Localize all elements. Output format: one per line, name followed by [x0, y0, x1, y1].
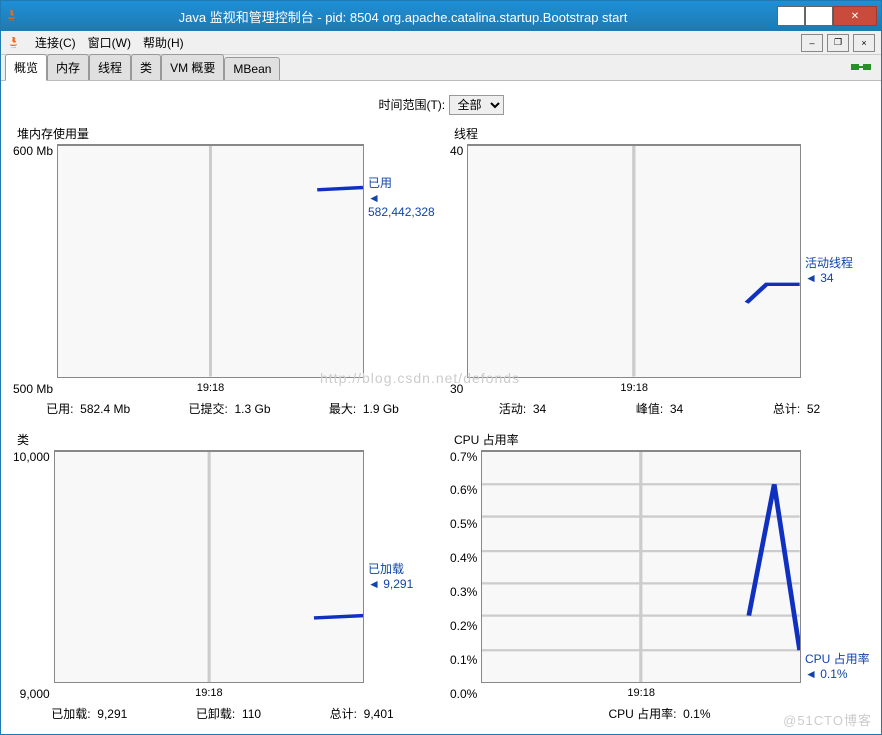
stat-key: 已提交: [188, 402, 227, 416]
ytick: 0.6% [450, 483, 477, 497]
ytick: 600 Mb [13, 144, 53, 158]
stat-val: 1.9 Gb [363, 402, 399, 416]
menu-help[interactable]: 帮助(H) [143, 34, 184, 51]
chart-cpu: CPU 占用率 0.7% 0.6% 0.5% 0.4% 0.3% 0.2% 0.… [446, 431, 873, 727]
ytick: 0.1% [450, 653, 477, 667]
window-title: Java 监视和管理控制台 - pid: 8504 org.apache.cat… [29, 7, 777, 26]
legend-label: CPU 占用率 [805, 650, 873, 667]
chart-classes-title: 类 [9, 431, 436, 448]
stat-val: 34 [533, 402, 546, 416]
legend-label: 活动线程 [805, 254, 873, 271]
ytick: 0.5% [450, 517, 477, 531]
tab-threads[interactable]: 线程 [89, 54, 131, 80]
close-button[interactable]: ✕ [833, 6, 877, 26]
content-area: 时间范围(T): 全部 堆内存使用量 600 Mb 500 Mb [1, 81, 881, 734]
ytick: 500 Mb [13, 382, 53, 396]
stat-key: 总计: [330, 707, 357, 721]
menu-window[interactable]: 窗口(W) [88, 34, 131, 51]
timerange-label: 时间范围(T): [378, 98, 445, 112]
tab-overview[interactable]: 概览 [5, 54, 47, 81]
ytick: 40 [450, 144, 463, 158]
tab-vm[interactable]: VM 概要 [161, 54, 224, 80]
tabbar: 概览 内存 线程 类 VM 概要 MBean [1, 55, 881, 81]
stat-val: 52 [807, 402, 820, 416]
legend-value: 0.1% [820, 667, 847, 681]
chart-heap: 堆内存使用量 600 Mb 500 Mb 19:18 已用 [9, 125, 436, 421]
chart-classes: 类 10,000 9,000 19:18 已加载 [9, 431, 436, 727]
stat-val: 0.1% [683, 707, 710, 721]
stat-key: 总计: [773, 402, 800, 416]
ytick: 0.2% [450, 619, 477, 633]
stat-key: 最大: [329, 402, 356, 416]
connected-icon [849, 59, 873, 75]
maximize-button[interactable]: ▢ [805, 6, 833, 26]
chart-heap-plot[interactable] [57, 144, 364, 378]
stat-key: CPU 占用率: [608, 707, 676, 721]
ytick: 0.0% [450, 687, 477, 701]
chart-cpu-plot[interactable] [481, 450, 801, 684]
chart-classes-plot[interactable] [54, 450, 364, 684]
stat-key: 峰值: [636, 402, 663, 416]
stat-val: 9,401 [364, 707, 394, 721]
ytick: 10,000 [13, 450, 50, 464]
legend-value: 9,291 [383, 577, 413, 591]
timerange-select[interactable]: 全部 [449, 95, 504, 115]
stat-key: 活动: [499, 402, 526, 416]
stat-val: 582.4 Mb [80, 402, 130, 416]
chart-threads-plot[interactable] [467, 144, 801, 378]
chart-threads: 线程 40 30 19:18 活动线程 [446, 125, 873, 421]
stat-key: 已卸载: [196, 707, 235, 721]
ytick: 9,000 [20, 687, 50, 701]
ytick: 30 [450, 382, 463, 396]
xtick: 19:18 [467, 380, 801, 396]
java-icon [5, 8, 21, 24]
stat-val: 9,291 [97, 707, 127, 721]
minimize-button[interactable]: — [777, 6, 805, 26]
mdi-restore-button[interactable]: ❐ [827, 34, 849, 52]
legend-value: 34 [820, 271, 833, 285]
legend-label: 已用 [368, 174, 436, 191]
chart-heap-title: 堆内存使用量 [9, 125, 436, 142]
tab-mbean[interactable]: MBean [224, 57, 280, 80]
chart-threads-title: 线程 [446, 125, 873, 142]
tab-memory[interactable]: 内存 [47, 54, 89, 80]
stat-val: 34 [670, 402, 683, 416]
xtick: 19:18 [57, 380, 364, 396]
tab-classes[interactable]: 类 [131, 54, 161, 80]
ytick: 0.4% [450, 551, 477, 565]
mdi-minimize-button[interactable]: – [801, 34, 823, 52]
xtick: 19:18 [481, 685, 801, 701]
window-titlebar: Java 监视和管理控制台 - pid: 8504 org.apache.cat… [1, 1, 881, 31]
chart-cpu-title: CPU 占用率 [446, 431, 873, 448]
stat-val: 1.3 Gb [235, 402, 271, 416]
menu-connection[interactable]: 连接(C) [35, 34, 76, 51]
stat-key: 已用: [46, 402, 73, 416]
stat-val: 110 [242, 707, 261, 721]
stat-key: 已加载: [51, 707, 90, 721]
legend-label: 已加载 [368, 560, 436, 577]
xtick: 19:18 [54, 685, 364, 701]
ytick: 0.7% [450, 450, 477, 464]
ytick: 0.3% [450, 585, 477, 599]
mdi-close-button[interactable]: × [853, 34, 875, 52]
timerange-row: 时间范围(T): 全部 [9, 89, 873, 125]
java-icon [7, 35, 23, 51]
legend-value: 582,442,328 [368, 205, 435, 219]
menubar: 连接(C) 窗口(W) 帮助(H) – ❐ × [1, 31, 881, 55]
